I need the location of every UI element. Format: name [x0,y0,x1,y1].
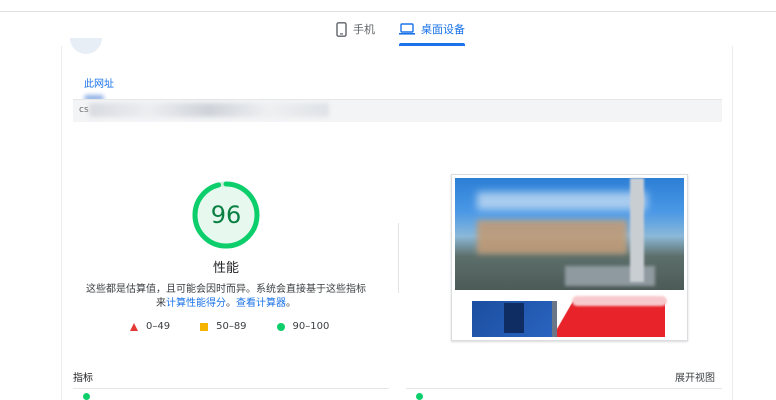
circle-icon [276,322,285,331]
square-icon [200,322,209,331]
metrics-divider-left [73,388,389,389]
metrics-divider-right [406,388,722,389]
page-screenshot-thumbnail [451,174,688,341]
tower-shape [630,178,644,282]
performance-label: 性能 [212,261,239,276]
blurred-banner-text [477,220,627,254]
url-prefix: cs [79,105,89,115]
url-bar: cs [73,99,722,122]
score-legend: 0–49 50–89 90–100 [130,321,359,332]
screenshot-card-pill [572,296,667,306]
status-dot-icon [83,393,90,400]
view-calculator-link[interactable]: 查看计算器 [236,298,286,309]
device-tabs: 手机 桌面设备 [0,12,776,46]
screenshot-card-dark [504,303,524,333]
tab-mobile[interactable]: 手机 [336,12,375,46]
panel-left-border [61,46,62,400]
score-description-line1: 这些都是估算值，且可能会因时而异。系统会直接基于这些指标 [86,284,366,295]
legend-average: 50–89 [200,321,247,332]
tab-desktop-label: 桌面设备 [421,23,465,36]
this-url-link[interactable]: 此网址 [84,75,114,90]
calc-score-link[interactable]: 计算性能得分 [166,298,226,309]
status-dot-icon [416,393,423,400]
triangle-icon [130,322,138,331]
panel-right-border [732,46,733,400]
active-tab-indicator [399,43,465,46]
desc-middle: 。 [226,298,236,309]
performance-score-value: 96 [210,201,242,229]
expand-view-button[interactable]: 展开视图 [675,369,715,384]
avatar [70,38,102,54]
metric-row-left [83,393,90,400]
vertical-divider [398,223,399,293]
legend-poor: 0–49 [130,321,170,332]
tab-desktop[interactable]: 桌面设备 [399,12,465,46]
screenshot-hero-image [455,178,684,290]
url-blurred-text [89,103,329,117]
metric-row-right [416,393,423,400]
phone-icon [336,21,347,37]
legend-good: 90–100 [276,321,330,332]
legend-good-label: 90–100 [292,321,330,332]
tab-mobile-label: 手机 [353,23,375,36]
screenshot-card-red [557,301,665,337]
metrics-heading: 指标 [73,373,93,384]
legend-average-label: 50–89 [216,321,247,332]
laptop-icon [399,23,415,35]
score-description-line2: 来计算性能得分。查看计算器。 [0,294,452,309]
desc-suffix: 。 [286,298,296,309]
desc-prefix: 来 [156,298,166,309]
legend-poor-label: 0–49 [146,321,171,332]
blurred-banner-top [477,192,647,210]
